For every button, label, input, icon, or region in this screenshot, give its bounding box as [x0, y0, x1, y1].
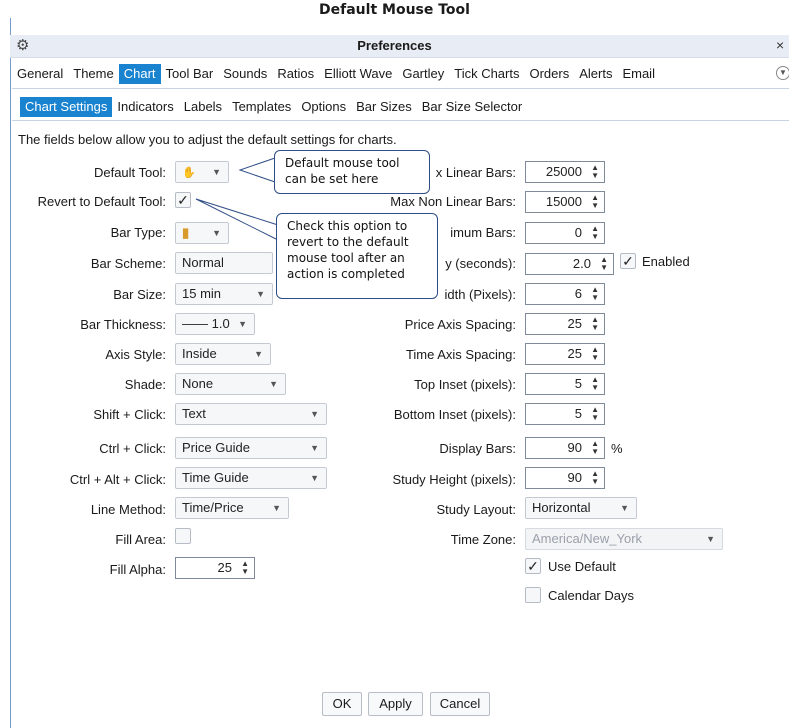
apply-button[interactable]: Apply — [368, 692, 423, 716]
ok-button[interactable]: OK — [322, 692, 362, 716]
cancel-button[interactable]: Cancel — [430, 692, 490, 716]
callout-default-tool: Default mouse tool can be set here — [274, 150, 430, 194]
callout-pointers — [195, 157, 279, 241]
callout-pointer-revert — [195, 198, 279, 241]
callout-pointer-default-tool — [238, 157, 276, 183]
callout-revert: Check this option to revert to the defau… — [276, 213, 438, 299]
